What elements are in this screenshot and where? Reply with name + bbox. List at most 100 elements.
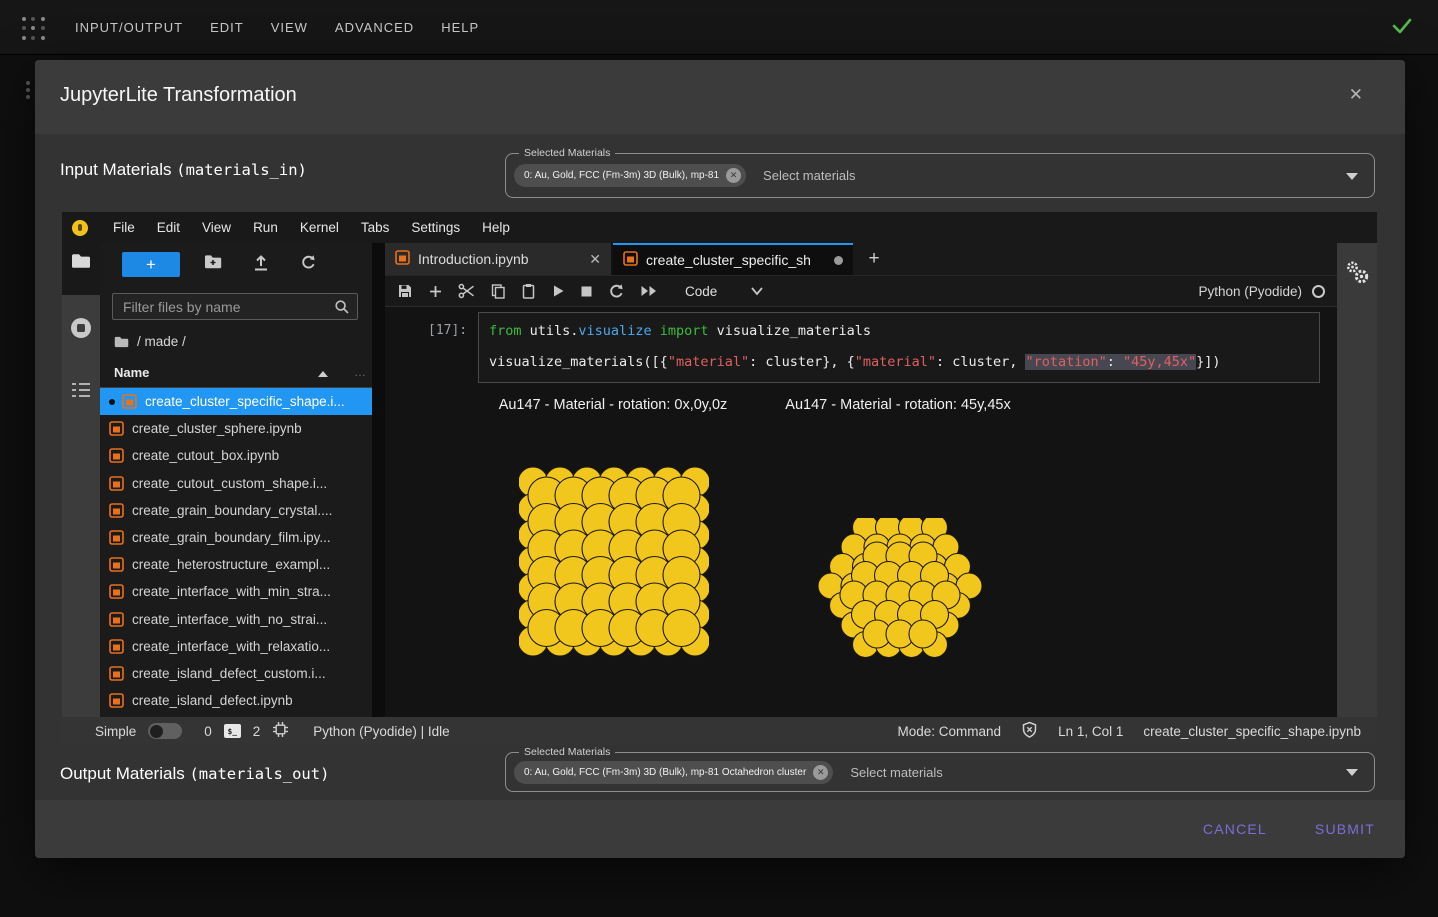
apps-grid-icon[interactable]	[22, 17, 46, 41]
file-name: create_cutout_custom_shape.i...	[132, 476, 327, 491]
file-item[interactable]: create_heterostructure_exampl...	[100, 551, 372, 578]
jupyter-menu: FileEditViewRunKernelTabsSettingsHelp	[102, 220, 521, 235]
file-browser-icon[interactable]	[71, 253, 91, 274]
file-item[interactable]: create_interface_with_no_strai...	[100, 606, 372, 633]
notebook-content[interactable]: [17]: from utils.visualize import visual…	[385, 307, 1337, 717]
output-caption-left: Au147 - Material - rotation: 0x,0y,0z	[493, 397, 733, 413]
status-bar-right: Mode: Command Ln 1, Col 1 create_cluster…	[898, 721, 1377, 742]
file-item[interactable]: create_grain_boundary_film.ipy...	[100, 524, 372, 551]
jupyterlite-logo-icon	[72, 220, 88, 236]
file-item[interactable]: create_island_defect.ipynb	[100, 687, 372, 714]
filter-files-input[interactable]	[112, 293, 358, 320]
topbar-menu-view[interactable]: VIEW	[271, 20, 308, 35]
topbar-menu-edit[interactable]: EDIT	[210, 20, 244, 35]
kernel-indicator[interactable]: Python (Pyodide)	[1198, 284, 1337, 299]
terminal-count[interactable]: 0	[204, 724, 212, 739]
run-cell-icon[interactable]	[551, 284, 565, 298]
simple-mode-toggle[interactable]	[148, 723, 182, 739]
chip-remove-icon[interactable]: ✕	[813, 765, 828, 780]
jupyter-menu-help[interactable]: Help	[471, 220, 521, 235]
tab-introduction[interactable]: Introduction.ipynb ✕	[385, 243, 613, 275]
file-list-header[interactable]: Name …	[100, 359, 372, 388]
kernel-count[interactable]: 2	[253, 724, 261, 739]
restart-run-all-icon[interactable]	[640, 284, 658, 298]
refresh-icon[interactable]	[300, 254, 317, 276]
input-materials-select[interactable]: Selected Materials 0: Au, Gold, FCC (Fm-…	[505, 153, 1375, 198]
simple-mode-label: Simple	[95, 724, 136, 739]
name-column-header[interactable]: Name	[114, 365, 149, 380]
table-of-contents-icon[interactable]	[71, 381, 91, 404]
notebook-file-icon	[109, 584, 124, 599]
file-item[interactable]: create_cluster_sphere.ipynb	[100, 415, 372, 442]
code-line: visualize_materials([{"material": cluste…	[489, 354, 1319, 370]
chevron-down-icon[interactable]	[1346, 769, 1358, 776]
output-material-chip[interactable]: 0: Au, Gold, FCC (Fm-3m) 3D (Bulk), mp-8…	[514, 761, 833, 784]
submit-button[interactable]: SUBMIT	[1315, 821, 1375, 837]
close-tab-icon[interactable]: ✕	[589, 251, 601, 268]
jupyter-menu-file[interactable]: File	[102, 220, 146, 235]
input-material-chip[interactable]: 0: Au, Gold, FCC (Fm-3m) 3D (Bulk), mp-8…	[514, 164, 746, 187]
insert-cell-icon[interactable]	[428, 284, 443, 299]
trust-shield-icon[interactable]	[1021, 721, 1038, 742]
jupyter-menu-run[interactable]: Run	[242, 220, 289, 235]
kernel-status-text[interactable]: Python (Pyodide) | Idle	[313, 724, 449, 739]
active-file-name: create_cluster_specific_shape.ipynb	[1143, 724, 1361, 739]
notebook-file-icon	[109, 476, 124, 491]
upload-icon[interactable]	[253, 254, 269, 276]
code-cell[interactable]: from utils.visualize import visualize_ma…	[478, 312, 1320, 383]
notebook-file-icon	[109, 693, 124, 708]
notebook-file-icon	[109, 448, 124, 463]
breadcrumb[interactable]: / made /	[114, 334, 186, 349]
chevron-down-icon[interactable]	[1346, 173, 1358, 180]
settings-gears-icon[interactable]	[1343, 259, 1371, 292]
file-name: create_interface_with_min_stra...	[132, 584, 331, 599]
header-more-indicator: …	[354, 365, 366, 379]
topbar-menu-help[interactable]: HELP	[441, 20, 479, 35]
panel-divider[interactable]	[372, 243, 385, 717]
file-item[interactable]: create_interface_with_min_stra...	[100, 578, 372, 605]
chip-remove-icon[interactable]: ✕	[726, 168, 741, 183]
chevron-down-icon[interactable]	[750, 286, 764, 296]
input-materials-row: 0: Au, Gold, FCC (Fm-3m) 3D (Bulk), mp-8…	[506, 154, 1374, 197]
copy-cells-icon[interactable]	[490, 283, 506, 299]
interrupt-kernel-icon[interactable]	[580, 285, 593, 298]
topbar-menu-input-output[interactable]: INPUT/OUTPUT	[75, 20, 183, 35]
new-folder-icon[interactable]	[204, 254, 223, 275]
output-materials-row: 0: Au, Gold, FCC (Fm-3m) 3D (Bulk), mp-8…	[506, 753, 1374, 791]
file-item[interactable]: create_cluster_specific_shape.i...	[100, 388, 372, 415]
notebook-panel: Introduction.ipynb ✕ create_cluster_spec…	[385, 243, 1337, 717]
jupyterlite-frame: FileEditViewRunKernelTabsSettingsHelp	[62, 212, 1377, 745]
input-materials-label: Input Materials (materials_in)	[60, 160, 307, 180]
jupyter-menu-settings[interactable]: Settings	[400, 220, 471, 235]
notebook-file-icon	[122, 394, 137, 409]
file-item[interactable]: create_grain_boundary_crystal....	[100, 497, 372, 524]
top-menu-bar: INPUT/OUTPUT EDIT VIEW ADVANCED HELP	[0, 0, 1438, 55]
topbar-menu-advanced[interactable]: ADVANCED	[335, 20, 414, 35]
add-tab-button[interactable]: +	[853, 243, 895, 275]
input-materials-text: Input Materials	[60, 160, 176, 179]
restart-kernel-icon[interactable]	[608, 283, 625, 300]
notebook-toolbar: Code Python (Pyodide)	[385, 276, 1337, 307]
cut-cells-icon[interactable]	[458, 283, 475, 299]
notebook-file-icon	[109, 421, 124, 436]
paste-cells-icon[interactable]	[521, 283, 536, 299]
file-item[interactable]: create_cutout_box.ipynb	[100, 442, 372, 469]
jupyter-menu-kernel[interactable]: Kernel	[289, 220, 350, 235]
cancel-button[interactable]: CANCEL	[1203, 821, 1267, 837]
jupyter-status-bar: Simple 0 $_ 2 Python (Pyod	[62, 717, 1377, 745]
tab-create-cluster-specific-shape[interactable]: create_cluster_specific_sh	[613, 243, 853, 275]
file-item[interactable]: create_interface_with_relaxatio...	[100, 633, 372, 660]
cell-type-select[interactable]: Code	[685, 284, 717, 299]
new-launcher-button[interactable]: +	[122, 252, 180, 277]
save-icon[interactable]	[397, 283, 413, 299]
close-icon[interactable]: ✕	[1349, 85, 1363, 105]
jupyter-menu-tabs[interactable]: Tabs	[350, 220, 401, 235]
tab-label: create_cluster_specific_sh	[646, 252, 826, 268]
cursor-position[interactable]: Ln 1, Col 1	[1058, 724, 1123, 739]
jupyter-menu-view[interactable]: View	[191, 220, 242, 235]
running-kernels-icon[interactable]	[70, 317, 92, 344]
file-item[interactable]: create_cutout_custom_shape.i...	[100, 470, 372, 497]
file-item[interactable]: create_island_defect_custom.i...	[100, 660, 372, 687]
output-materials-select[interactable]: Selected Materials 0: Au, Gold, FCC (Fm-…	[505, 752, 1375, 792]
jupyter-menu-edit[interactable]: Edit	[146, 220, 191, 235]
